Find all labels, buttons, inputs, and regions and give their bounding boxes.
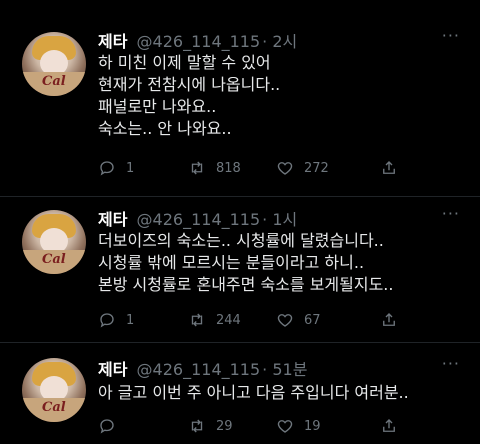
tweet-header: 제타 @426_114_115 · 1시 [98, 206, 297, 230]
tweet[interactable]: Cal 제타 @426_114_115 · 1시 ··· 더보이즈의 숙소는.. … [0, 196, 480, 343]
reply-icon [100, 313, 114, 328]
retweet-count: 244 [216, 312, 241, 328]
avatar-shirt-logo: Cal [42, 74, 66, 89]
tweet-feed: Cal 제타 @426_114_115 · 2시 ··· 하 미친 이제 말할 수… [0, 0, 480, 444]
share-icon [383, 419, 395, 432]
heart-icon [277, 314, 293, 327]
reply-count: 1 [126, 160, 135, 176]
share-icon [383, 313, 395, 326]
retweet-icon [191, 419, 203, 433]
avatar[interactable]: Cal [22, 358, 86, 422]
tweet-text: 아 글고 이번 주 아니고 다음 주입니다 여러분.. [98, 382, 409, 404]
tweet-text: 더보이즈의 숙소는.. 시청률에 달렸습니다.. 시청률 밖에 모르시는 분들이… [98, 230, 393, 296]
reply-button[interactable]: 1 [98, 310, 134, 330]
like-button[interactable]: 67 [276, 310, 321, 330]
timestamp[interactable]: · 51분 [262, 360, 307, 379]
tweet-actions: 29 19 [98, 416, 458, 436]
retweet-button[interactable]: 818 [188, 158, 241, 178]
more-icon[interactable]: ··· [442, 26, 460, 45]
reply-icon [100, 419, 114, 434]
tweet-actions: 1 244 67 [98, 310, 458, 330]
retweet-count: 818 [216, 160, 241, 176]
tweet-text-line: 아 글고 이번 주 아니고 다음 주입니다 여러분.. [98, 383, 409, 402]
avatar[interactable]: Cal [22, 32, 86, 96]
display-name[interactable]: 제타 [98, 360, 127, 379]
reply-button[interactable] [98, 416, 126, 436]
avatar-shirt-logo: Cal [42, 400, 66, 415]
reply-count: 1 [126, 312, 135, 328]
tweet-text-line: 시청률 밖에 모르시는 분들이라고 하니.. [98, 253, 365, 272]
heart-icon [277, 162, 293, 175]
retweet-button[interactable]: 244 [188, 310, 241, 330]
retweet-icon [191, 161, 203, 175]
tweet-text-line: 더보이즈의 숙소는.. 시청률에 달렸습니다.. [98, 231, 384, 250]
reply-button[interactable]: 1 [98, 158, 134, 178]
tweet-text-line: 패널로만 나와요.. [98, 97, 217, 116]
tweet-header: 제타 @426_114_115 · 2시 [98, 28, 297, 52]
handle[interactable]: @426_114_115 [137, 360, 261, 379]
display-name[interactable]: 제타 [98, 32, 127, 51]
tweet-header: 제타 @426_114_115 · 51분 [98, 356, 307, 380]
like-count: 67 [304, 312, 321, 328]
tweet-text: 하 미친 이제 말할 수 있어 현재가 전참시에 나옵니다.. 패널로만 나와요… [98, 52, 280, 140]
share-button[interactable] [380, 158, 408, 178]
avatar[interactable]: Cal [22, 210, 86, 274]
handle[interactable]: @426_114_115 [137, 210, 261, 229]
like-count: 272 [304, 160, 329, 176]
timestamp[interactable]: · 1시 [262, 210, 297, 229]
tweet-text-line: 현재가 전참시에 나옵니다.. [98, 75, 281, 94]
retweet-button[interactable]: 29 [188, 416, 233, 436]
like-button[interactable]: 272 [276, 158, 329, 178]
tweet-actions: 1 818 272 [98, 158, 458, 178]
retweet-icon [191, 313, 203, 327]
display-name[interactable]: 제타 [98, 210, 127, 229]
reply-icon [100, 161, 114, 176]
heart-icon [277, 420, 293, 433]
share-icon [383, 161, 395, 174]
share-button[interactable] [380, 310, 408, 330]
tweet-text-line: 하 미친 이제 말할 수 있어 [98, 53, 271, 72]
like-button[interactable]: 19 [276, 416, 321, 436]
retweet-count: 29 [216, 418, 233, 434]
timestamp[interactable]: · 2시 [262, 32, 297, 51]
tweet[interactable]: Cal 제타 @426_114_115 · 51분 ··· 아 글고 이번 주 아… [0, 342, 480, 444]
more-icon[interactable]: ··· [442, 354, 460, 373]
tweet[interactable]: Cal 제타 @426_114_115 · 2시 ··· 하 미친 이제 말할 수… [0, 0, 480, 197]
tweet-text-line: 숙소는.. 안 나와요.. [98, 119, 232, 138]
avatar-shirt-logo: Cal [42, 252, 66, 267]
like-count: 19 [304, 418, 321, 434]
share-button[interactable] [380, 416, 408, 436]
more-icon[interactable]: ··· [442, 204, 460, 223]
tweet-text-line: 본방 시청률로 혼내주면 숙소를 보게될지도.. [98, 275, 394, 294]
handle[interactable]: @426_114_115 [137, 32, 261, 51]
